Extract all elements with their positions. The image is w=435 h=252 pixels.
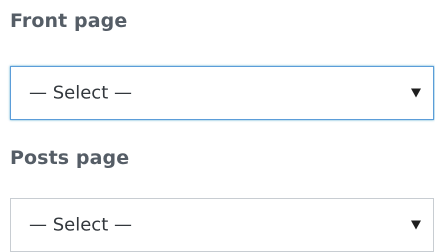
posts-page-select[interactable]: — Select — bbox=[10, 198, 434, 252]
posts-page-label: Posts page bbox=[10, 147, 130, 169]
front-page-label: Front page bbox=[10, 10, 128, 32]
posts-page-selected-value: — Select — bbox=[29, 214, 132, 236]
dropdown-arrow-icon bbox=[411, 220, 421, 230]
dropdown-arrow-icon bbox=[411, 88, 421, 98]
front-page-selected-value: — Select — bbox=[29, 82, 132, 104]
front-page-select[interactable]: — Select — bbox=[10, 66, 434, 120]
